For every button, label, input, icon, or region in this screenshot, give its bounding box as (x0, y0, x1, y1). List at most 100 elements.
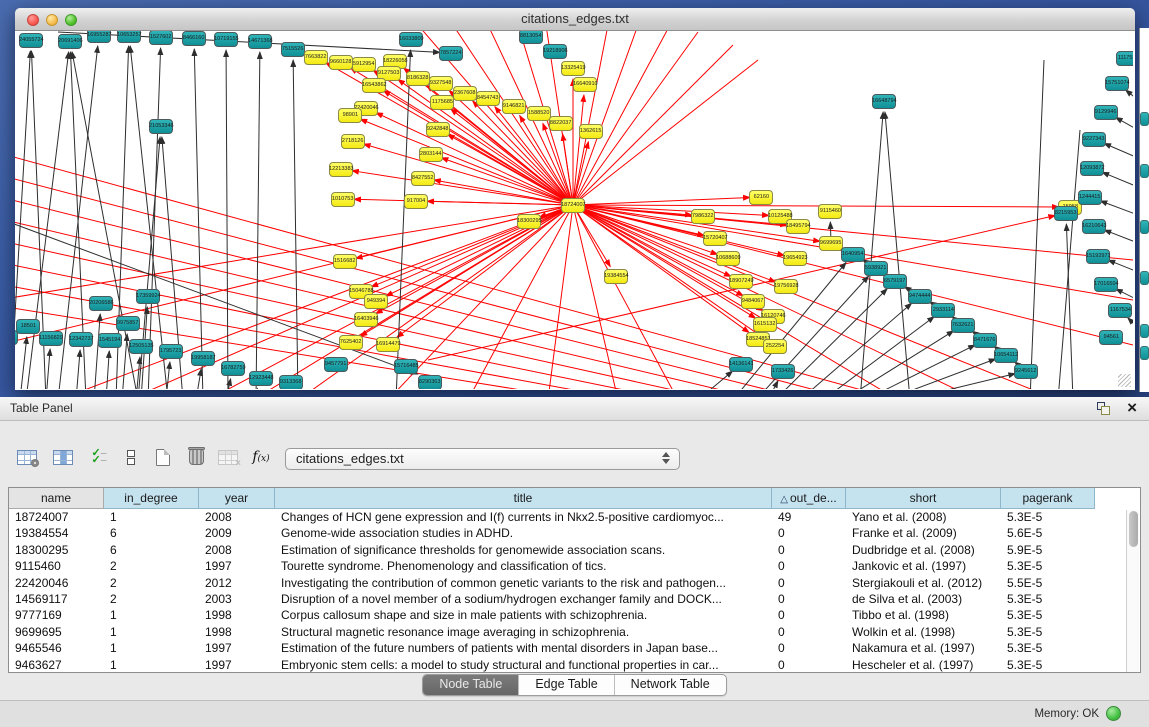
new-column-button[interactable] (150, 445, 176, 469)
column-header-year[interactable]: year (199, 488, 275, 509)
graph-node-9115460[interactable]: 9115460 (818, 204, 842, 219)
graph-node-18501[interactable]: 18501 (16, 319, 40, 334)
graph-node-11156829[interactable]: 11156829 (39, 331, 63, 346)
graph-node-1640954[interactable]: 1640954 (841, 247, 865, 262)
graph-node-2718126[interactable]: 2718126 (341, 134, 365, 149)
graph-node-9146821[interactable]: 9146821 (502, 99, 526, 114)
graph-node-19958187[interactable]: 19958187 (191, 351, 215, 366)
graph-node-12093872[interactable]: 12093872 (1080, 161, 1104, 176)
graph-node-10653257[interactable]: 10653257 (117, 31, 141, 43)
graph-node-1588520[interactable]: 1588520 (527, 106, 551, 121)
graph-node-16033809[interactable]: 16033809 (399, 32, 423, 47)
graph-node-19218906[interactable]: 19218906 (543, 44, 567, 59)
graph-node-9457791[interactable]: 9457791 (324, 357, 348, 372)
graph-node-9327548[interactable]: 9327548 (429, 76, 453, 91)
graph-node-8466160[interactable]: 8466160 (182, 31, 206, 46)
row-height-button[interactable] (118, 445, 144, 469)
graph-node-17016504[interactable]: 17016504 (1094, 277, 1118, 292)
graph-node-18300295[interactable]: 18300295 (517, 214, 541, 229)
graph-node-8454743[interactable]: 8454743 (476, 91, 500, 106)
graph-node-1117534[interactable]: 1117534 (1116, 51, 1133, 66)
graph-node-18724007[interactable]: 18724007 (561, 198, 585, 213)
graph-node-917004[interactable]: 917004 (404, 194, 428, 209)
graph-node-16914479[interactable]: 16914479 (376, 337, 400, 352)
memory-status-icon[interactable] (1106, 706, 1121, 721)
graph-node-10654112[interactable]: 10654112 (994, 348, 1018, 363)
graph-node-8471676[interactable]: 8471676 (973, 333, 997, 348)
graph-node-9313368[interactable]: 9313368 (279, 375, 303, 390)
tab-edge-table[interactable]: Edge Table (519, 675, 614, 695)
graph-node-1733426[interactable]: 1733426 (771, 364, 795, 379)
graph-node-15751074[interactable]: 15751074 (1105, 76, 1129, 91)
graph-node-8290363[interactable]: 8290363 (418, 375, 442, 390)
graph-node-9660128[interactable]: 9660128 (329, 55, 353, 70)
graph-node-16543862[interactable]: 16543862 (362, 78, 386, 93)
graph-node-12342737[interactable]: 12342737 (69, 332, 93, 347)
graph-node-24055724[interactable]: 24055724 (19, 33, 43, 48)
table-scrollbar[interactable] (1126, 510, 1139, 672)
table-row[interactable]: 1938455462009Genome-wide association stu… (9, 525, 1140, 541)
graph-node-9484067[interactable]: 9484067 (741, 294, 765, 309)
graph-node-16403946[interactable]: 16403946 (354, 312, 378, 327)
graph-node-10719155[interactable]: 10719155 (214, 32, 238, 47)
zoom-window-icon[interactable] (65, 14, 77, 26)
graph-node-1244415[interactable]: 1244415 (1078, 190, 1102, 205)
tab-network-table[interactable]: Network Table (615, 675, 726, 695)
graph-node-1615132[interactable]: 1615132 (753, 317, 777, 332)
table-row[interactable]: 1872400712008Changes of HCN gene express… (9, 509, 1140, 525)
column-header-name[interactable]: name (9, 488, 104, 509)
graph-node-18495794[interactable]: 18495794 (786, 219, 810, 234)
graph-node-20691406[interactable]: 20691406 (58, 34, 82, 49)
graph-node-16955287[interactable]: 16955287 (87, 31, 111, 43)
graph-node-16648794[interactable]: 16648794 (872, 94, 896, 109)
table-row[interactable]: 1830029562008Estimation of significance … (9, 542, 1140, 558)
column-header-in_degree[interactable]: in_degree (104, 488, 199, 509)
graph-node-17359924[interactable]: 17359924 (136, 289, 160, 304)
graph-node-5938921[interactable]: 5938921 (864, 261, 888, 276)
graph-node-1010753[interactable]: 1010753 (331, 192, 355, 207)
column-visibility-button[interactable] (50, 445, 76, 469)
graph-node-19384554[interactable]: 19384554 (604, 269, 628, 284)
graph-node-18907249[interactable]: 18907249 (729, 274, 753, 289)
graph-node-8427552[interactable]: 8427552 (411, 171, 435, 186)
graph-node-1795723[interactable]: 1795723 (159, 344, 183, 359)
select-rows-button[interactable]: ✓─✓─ (86, 445, 112, 469)
graph-node-16782759[interactable]: 16782759 (221, 361, 245, 376)
table-row[interactable]: 977716911998Corpus callosum shape and si… (9, 607, 1140, 623)
panel-splitter-handle[interactable] (563, 392, 577, 396)
graph-node-21053346[interactable]: 21053346 (149, 119, 173, 134)
graph-node-7625402[interactable]: 7625402 (339, 335, 363, 350)
graph-node-7857224[interactable]: 7857224 (439, 46, 463, 61)
graph-node-7515526[interactable]: 7515526 (281, 42, 305, 57)
network-canvas[interactable]: 2405572420691406169552871065325715276028… (15, 31, 1133, 389)
column-header-pagerank[interactable]: pagerank (1001, 488, 1095, 509)
graph-node-8186328[interactable]: 8186328 (406, 71, 430, 86)
graph-node-15192971[interactable]: 15192971 (1086, 249, 1110, 264)
graph-node-12505135[interactable]: 12505135 (129, 339, 153, 354)
window-resize-grip[interactable] (1118, 374, 1131, 387)
graph-node-2933114[interactable]: 2933114 (931, 303, 955, 318)
table-row[interactable]: 1456911722003Disruption of a novel membe… (9, 591, 1140, 607)
table-row[interactable]: 2242004622012Investigating the contribut… (9, 575, 1140, 591)
graph-node-8215953[interactable]: 8215953 (1054, 206, 1078, 221)
graph-node-19756928[interactable]: 19756928 (774, 279, 798, 294)
graph-node-2803144[interactable]: 2803144 (419, 147, 443, 162)
graph-node-8813054[interactable]: 8813054 (519, 31, 543, 44)
window-titlebar[interactable]: citations_edges.txt (15, 8, 1135, 31)
graph-node-19654923[interactable]: 19654923 (783, 251, 807, 266)
graph-node-7663822[interactable]: 7663822 (304, 50, 328, 65)
column-header-out_de[interactable]: △out_de... (772, 488, 846, 509)
graph-node-39113[interactable]: 39113 (15, 330, 18, 345)
table-row[interactable]: 969969511998Structural magnetic resonanc… (9, 624, 1140, 640)
graph-node-2367608[interactable]: 2367608 (453, 86, 477, 101)
scrollbar-thumb[interactable] (1129, 511, 1138, 547)
column-header-title[interactable]: title (275, 488, 772, 509)
graph-node-1175685[interactable]: 1175685 (430, 95, 454, 110)
graph-node-14671368[interactable]: 14671368 (248, 34, 272, 49)
graph-node-9245612[interactable]: 9245612 (1014, 364, 1038, 379)
table-source-select[interactable]: citations_edges.txt (285, 448, 680, 470)
delete-table-button[interactable]: × (215, 445, 241, 469)
graph-node-1545194[interactable]: 1545194 (98, 333, 122, 348)
graph-node-9474444[interactable]: 9474444 (908, 289, 932, 304)
minimize-window-icon[interactable] (46, 14, 58, 26)
